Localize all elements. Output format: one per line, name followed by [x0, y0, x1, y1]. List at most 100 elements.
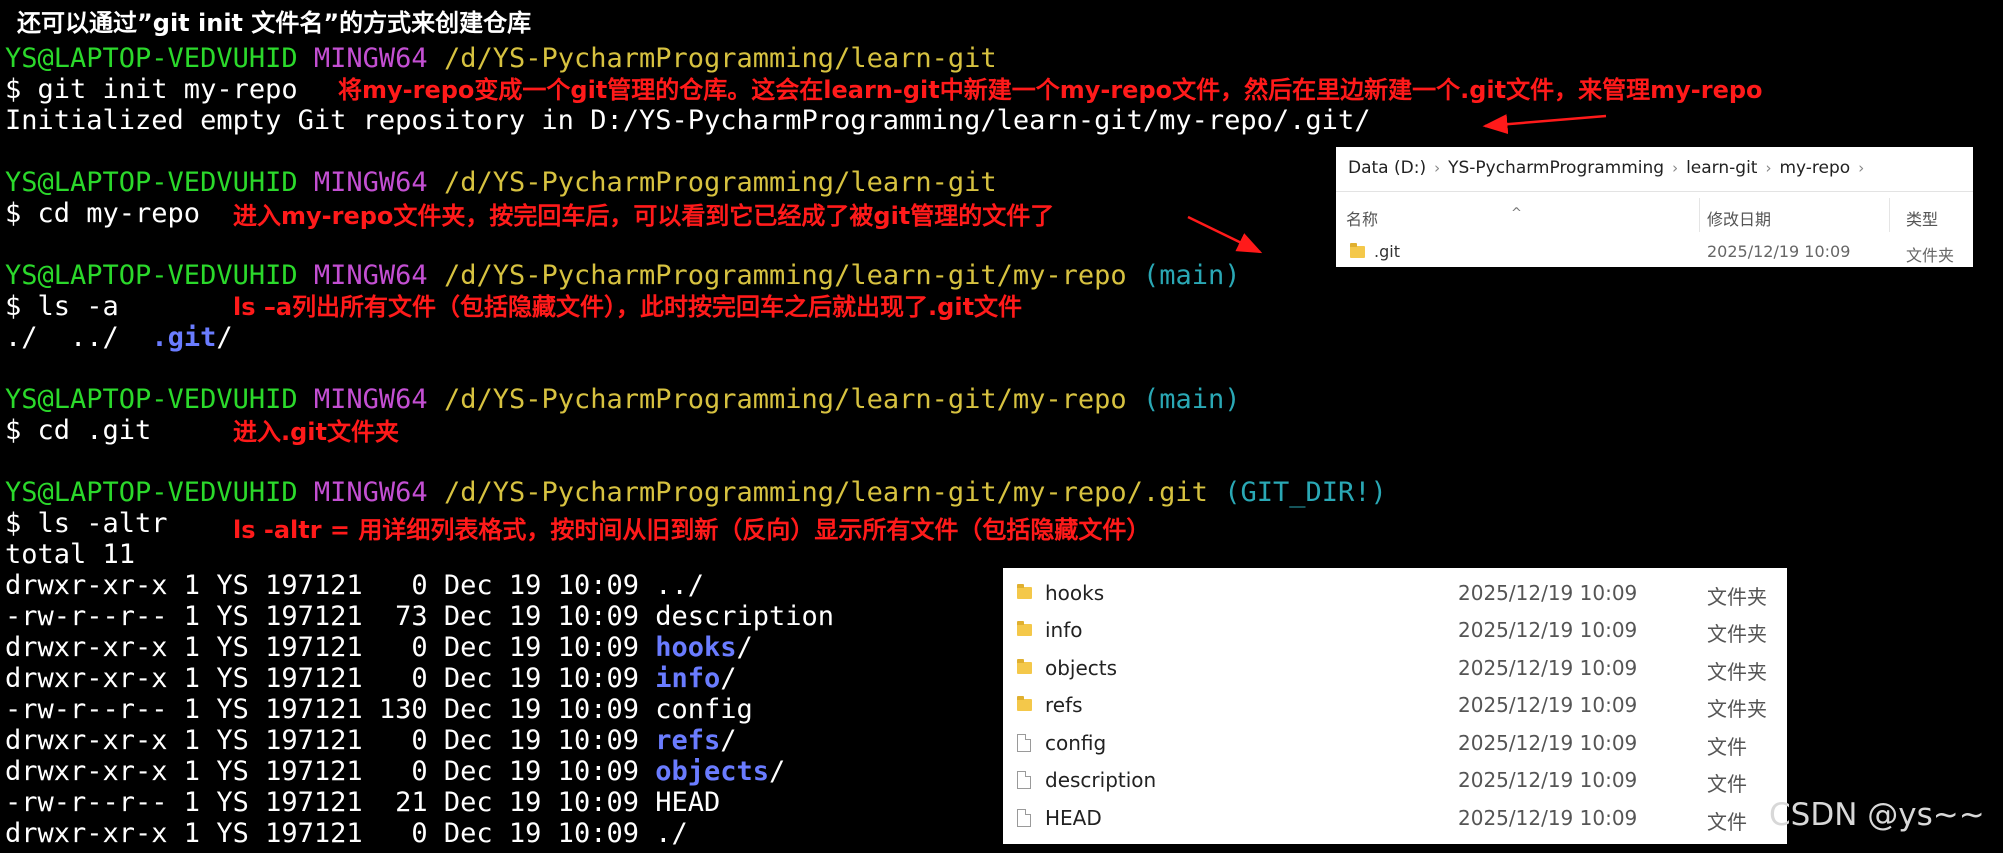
command-line: $ cd .git [5, 415, 152, 446]
prompt-user: YS@LAPTOP-VEDVUHID [5, 384, 298, 415]
column-divider[interactable] [1889, 198, 1890, 232]
dir-name: .git [151, 322, 217, 353]
output-line: Initialized empty Git repository in D:/Y… [5, 105, 1371, 136]
listing-row: -rw-r--r-- 1 YS 197121 21 Dec 19 10:09 H… [5, 787, 721, 818]
list-item[interactable]: HEAD 2025/12/19 10:09 文件 [1003, 800, 1787, 837]
prompt-user: YS@LAPTOP-VEDVUHID [5, 167, 298, 198]
column-name[interactable]: 名称 [1346, 206, 1378, 230]
list-item[interactable]: refs 2025/12/19 10:09 文件夹 [1003, 687, 1787, 724]
prompt-line: YS@LAPTOP-VEDVUHID MINGW64 /d/YS-Pycharm… [5, 477, 1387, 508]
listing-row: -rw-r--r-- 1 YS 197121 73 Dec 19 10:09 d… [5, 601, 835, 632]
prompt-shell: MINGW64 [313, 43, 428, 74]
dir-name: refs [655, 725, 721, 756]
folder-icon [1350, 243, 1365, 258]
breadcrumb-item[interactable]: Data (D:) [1348, 158, 1426, 178]
page-title: 还可以通过”git init 文件名”的方式来创建仓库 [17, 9, 532, 37]
breadcrumb-item[interactable]: my-repo [1779, 158, 1850, 178]
breadcrumb-item[interactable]: YS-PycharmProgramming [1448, 158, 1664, 178]
dir-name: info [655, 663, 721, 694]
chevron-right-icon: › [1765, 159, 1772, 177]
file-date: 2025/12/19 10:09 [1458, 731, 1638, 755]
column-type[interactable]: 类型 [1906, 206, 1938, 230]
file-name: config [1045, 731, 1107, 755]
prompt-path: /d/YS-PycharmProgramming/learn-git/my-re… [443, 384, 1127, 415]
file-icon [1017, 809, 1031, 827]
file-icon [1017, 771, 1031, 789]
command-line: $ git init my-repo [5, 74, 298, 105]
folder-icon [1017, 696, 1032, 711]
file-name: .git [1374, 242, 1400, 261]
file-name: info [1045, 618, 1083, 642]
file-explorer-git-dir[interactable]: hooks 2025/12/19 10:09 文件夹 info 2025/12/… [1003, 568, 1787, 844]
file-name: objects [1045, 656, 1118, 680]
prompt-shell: MINGW64 [313, 260, 428, 291]
command-line: $ ls -altr [5, 508, 168, 539]
command-line: $ ls -a [5, 291, 119, 322]
file-name: description [1045, 768, 1157, 792]
listing-row: drwxr-xr-x 1 YS 197121 0 Dec 19 10:09 ..… [5, 570, 704, 601]
file-icon [1017, 734, 1031, 752]
chevron-up-icon: ^ [1511, 206, 1522, 221]
prompt-shell: MINGW64 [313, 477, 428, 508]
listing-row: drwxr-xr-x 1 YS 197121 0 Dec 19 10:09 in… [5, 663, 737, 694]
command-line: $ cd my-repo [5, 198, 201, 229]
file-date: 2025/12/19 10:09 [1458, 806, 1638, 830]
branch-indicator: (GIT_DIR!) [1224, 477, 1387, 508]
list-item[interactable]: hooks 2025/12/19 10:09 文件夹 [1003, 575, 1787, 612]
chevron-right-icon: › [1434, 159, 1441, 177]
file-date: 2025/12/19 10:09 [1458, 618, 1638, 642]
list-item[interactable]: description 2025/12/19 10:09 文件 [1003, 762, 1787, 799]
listing-row: drwxr-xr-x 1 YS 197121 0 Dec 19 10:09 ho… [5, 632, 753, 663]
annotation: ls -altr = 用详细列表格式，按时间从旧到新（反向）显示所有文件（包括隐… [233, 516, 1151, 544]
file-date: 2025/12/19 10:09 [1458, 581, 1638, 605]
prompt-line: YS@LAPTOP-VEDVUHID MINGW64 /d/YS-Pycharm… [5, 260, 1240, 291]
list-item[interactable]: info 2025/12/19 10:09 文件夹 [1003, 612, 1787, 649]
annotation: 进入.git文件夹 [233, 418, 399, 446]
prompt-path: /d/YS-PycharmProgramming/learn-git/my-re… [443, 260, 1127, 291]
list-item[interactable]: .git 2025/12/19 10:09 文件夹 [1336, 239, 1973, 265]
folder-icon [1017, 584, 1032, 599]
file-type: 文件夹 [1707, 660, 1767, 684]
prompt-line: YS@LAPTOP-VEDVUHID MINGW64 /d/YS-Pycharm… [5, 43, 997, 74]
annotation: 将my-repo变成一个git管理的仓库。这会在learn-git中新建一个my… [338, 76, 1763, 104]
file-type: 文件夹 [1906, 246, 1955, 265]
branch-indicator: (main) [1142, 260, 1241, 291]
folder-icon [1017, 621, 1032, 636]
prompt-line: YS@LAPTOP-VEDVUHID MINGW64 /d/YS-Pycharm… [5, 167, 997, 198]
prompt-user: YS@LAPTOP-VEDVUHID [5, 260, 298, 291]
prompt-path: /d/YS-PycharmProgramming/learn-git [443, 43, 997, 74]
file-type: 文件夹 [1707, 697, 1767, 721]
file-explorer-my-repo[interactable]: Data (D:) › YS-PycharmProgramming › lear… [1336, 147, 1973, 267]
breadcrumb[interactable]: Data (D:) › YS-PycharmProgramming › lear… [1348, 153, 1872, 183]
prompt-shell: MINGW64 [313, 167, 428, 198]
listing-row: drwxr-xr-x 1 YS 197121 0 Dec 19 10:09 ./ [5, 818, 688, 849]
breadcrumb-item[interactable]: learn-git [1686, 158, 1757, 178]
prompt-user: YS@LAPTOP-VEDVUHID [5, 43, 298, 74]
file-name: hooks [1045, 581, 1105, 605]
branch-indicator: (main) [1142, 384, 1241, 415]
prompt-line: YS@LAPTOP-VEDVUHID MINGW64 /d/YS-Pycharm… [5, 384, 1240, 415]
list-item[interactable]: objects 2025/12/19 10:09 文件夹 [1003, 650, 1787, 687]
chevron-right-icon: › [1672, 159, 1679, 177]
listing-row: drwxr-xr-x 1 YS 197121 0 Dec 19 10:09 re… [5, 725, 737, 756]
chevron-right-icon: › [1858, 159, 1865, 177]
output-line: ./ ../ .git/ [5, 322, 233, 353]
prompt-path: /d/YS-PycharmProgramming/learn-git/my-re… [443, 477, 1208, 508]
output-line: total 11 [5, 539, 136, 570]
watermark: CSDN @ys~~ [1769, 797, 1985, 833]
file-date: 2025/12/19 10:09 [1458, 693, 1638, 717]
annotation: ls –a列出所有文件（包括隐藏文件），此时按完回车之后就出现了.git文件 [233, 293, 1023, 321]
listing-row: -rw-r--r-- 1 YS 197121 130 Dec 19 10:09 … [5, 694, 753, 725]
file-type: 文件夹 [1707, 585, 1767, 609]
list-item[interactable]: config 2025/12/19 10:09 文件 [1003, 725, 1787, 762]
prompt-shell: MINGW64 [313, 384, 428, 415]
listing-row: drwxr-xr-x 1 YS 197121 0 Dec 19 10:09 ob… [5, 756, 786, 787]
dir-name: objects [655, 756, 770, 787]
column-divider[interactable] [1699, 198, 1700, 232]
column-date[interactable]: 修改日期 [1707, 206, 1771, 230]
file-type: 文件夹 [1707, 622, 1767, 646]
prompt-user: YS@LAPTOP-VEDVUHID [5, 477, 298, 508]
folder-icon [1017, 659, 1032, 674]
prompt-path: /d/YS-PycharmProgramming/learn-git [443, 167, 997, 198]
file-name: refs [1045, 693, 1083, 717]
